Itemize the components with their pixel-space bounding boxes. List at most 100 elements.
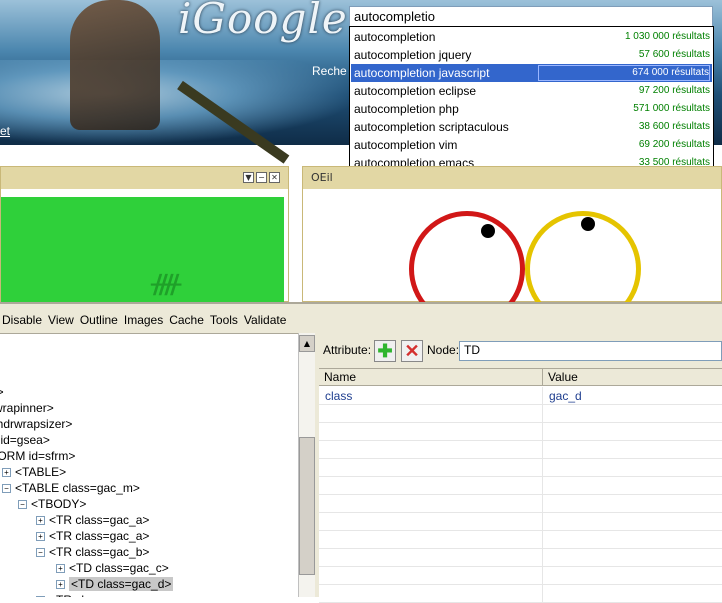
tree-node[interactable]: rwrapinner> [0, 401, 54, 417]
empty-row[interactable] [319, 495, 722, 513]
attribute-name-cell [319, 495, 543, 513]
empty-row[interactable] [319, 531, 722, 549]
attribute-value-cell [543, 495, 722, 513]
tree-node-label: <TBODY> [31, 497, 87, 511]
tree-node-label: <TABLE> [15, 465, 67, 479]
menu-disable[interactable]: Disable [0, 312, 46, 330]
suggestion-item[interactable]: autocompletion javascript 674 000 résulta… [351, 64, 712, 82]
tree-node-label: nhdrwrapsizer> [0, 417, 73, 431]
remove-attribute-icon[interactable]: ✕ [401, 340, 423, 362]
red-ring [409, 211, 525, 302]
empty-row[interactable] [319, 477, 722, 495]
collapse-icon[interactable]: − [36, 548, 45, 558]
empty-row[interactable] [319, 459, 722, 477]
frog-icon: ᚎ [151, 269, 182, 299]
tree-node-label: <TR class=gac_a> [49, 593, 149, 597]
menu-outline[interactable]: Outline [78, 312, 122, 330]
tree-node[interactable]: − <TBODY> [18, 497, 86, 513]
add-attribute-icon[interactable]: ✚ [374, 340, 396, 362]
tree-node-label: <TD class=gac_c> [69, 561, 169, 575]
menu-view[interactable]: View [46, 312, 78, 330]
empty-row[interactable] [319, 567, 722, 585]
collapse-icon[interactable]: − [2, 484, 11, 494]
tree-node[interactable]: p> [0, 385, 4, 401]
empty-row[interactable] [319, 549, 722, 567]
tree-node[interactable]: − <TABLE class=gac_m> [2, 481, 140, 497]
attribute-name-cell [319, 567, 543, 585]
tree-node[interactable]: nhdrwrapsizer> [0, 417, 72, 433]
gadget-left-content: ᚎ [1, 197, 284, 302]
expand-icon[interactable]: + [56, 564, 65, 574]
tree-node[interactable]: + <TR class=gac_a> [36, 593, 149, 597]
suggestion-query: autocompletion eclipse [354, 84, 477, 98]
expand-icon[interactable]: + [36, 516, 45, 526]
suggestion-query: autocompletion [354, 30, 436, 44]
gadget-right-title: OEil [311, 171, 333, 184]
tree-node[interactable]: FORM id=sfrm> [0, 449, 75, 465]
attribute-value-cell [543, 459, 722, 477]
banner-link[interactable]: et [0, 124, 10, 138]
tree-node[interactable]: + <TR class=gac_a> [36, 513, 149, 529]
attribute-value-cell [543, 477, 722, 495]
attribute-toolbar: Attribute: ✚ ✕ Node: TD [319, 339, 722, 363]
expand-icon[interactable]: + [56, 580, 65, 590]
column-header-name[interactable]: Name [319, 369, 543, 386]
suggestion-result-count: 57 600 résultats [638, 49, 710, 60]
attribute-table: Name Value class gac_d [319, 368, 722, 603]
tree-node-label: <TR class=gac_a> [49, 513, 150, 527]
inspector-menubar: Disable View Outline Images Cache Tools Valida… [0, 312, 290, 330]
gadget-right: OEil [302, 166, 722, 302]
tree-node[interactable]: + <TR class=gac_a> [36, 529, 149, 545]
attribute-row[interactable]: class gac_d [319, 387, 722, 405]
gadget-left-header: ▼ − ✕ [1, 167, 288, 189]
attribute-name-cell [319, 531, 543, 549]
attribute-name-cell [319, 441, 543, 459]
right-eye-pupil [581, 217, 595, 231]
attribute-panel: Attribute: ✚ ✕ Node: TD Name Value class… [319, 333, 722, 603]
tree-node[interactable]: T id=gsea> [0, 433, 50, 449]
menu-tools[interactable]: Tools [208, 312, 242, 330]
tree-node-label: p> [0, 385, 4, 399]
suggestion-item[interactable]: autocompletion jquery 57 600 résultats [351, 46, 712, 64]
suggestion-item[interactable]: autocompletion eclipse 97 200 résultats [351, 82, 712, 100]
empty-row[interactable] [319, 441, 722, 459]
dropdown-icon[interactable]: ▼ [243, 172, 254, 183]
suggestion-item[interactable]: autocompletion php 571 000 résultats [351, 100, 712, 118]
expand-icon[interactable]: + [36, 532, 45, 542]
menu-cache[interactable]: Cache [167, 312, 208, 330]
tree-node-label: rwrapinner> [0, 401, 54, 415]
node-label: Node: [427, 343, 460, 357]
suggestion-item[interactable]: autocompletion vim 69 200 résultats [351, 136, 712, 154]
suggestion-query: autocompletion scriptaculous [354, 120, 509, 134]
minimize-icon[interactable]: − [256, 172, 267, 183]
tree-node[interactable]: + <TD class=gac_d> [56, 577, 174, 593]
menu-images[interactable]: Images [122, 312, 167, 330]
tree-node-label: <TR class=gac_b> [49, 545, 150, 559]
expand-icon[interactable]: + [36, 596, 45, 597]
left-eye-pupil [481, 224, 495, 238]
scroll-up-icon[interactable]: ▲ [299, 335, 315, 352]
suggestion-result-count: 69 200 résultats [638, 139, 710, 150]
empty-row[interactable] [319, 513, 722, 531]
tree-scrollbar[interactable]: ▲ [298, 333, 315, 597]
attribute-value-cell [543, 441, 722, 459]
column-header-value[interactable]: Value [543, 369, 722, 386]
scrollbar-thumb[interactable] [299, 437, 315, 575]
tree-node[interactable]: + <TD class=gac_c> [56, 561, 169, 577]
suggestion-item[interactable]: autocompletion 1 030 000 résultats [351, 28, 712, 46]
tree-node[interactable]: − <TR class=gac_b> [36, 545, 149, 561]
empty-row[interactable] [319, 585, 722, 603]
search-input[interactable]: autocompletio [349, 6, 713, 28]
close-icon[interactable]: ✕ [269, 172, 280, 183]
menu-validate[interactable]: Validate [242, 312, 290, 330]
node-name-field[interactable]: TD [459, 341, 722, 361]
empty-row[interactable] [319, 405, 722, 423]
collapse-icon[interactable]: − [18, 500, 27, 510]
empty-row[interactable] [319, 423, 722, 441]
attribute-name-cell [319, 459, 543, 477]
expand-icon[interactable]: + [2, 468, 11, 478]
attribute-value-cell [543, 567, 722, 585]
tree-node-label: <TABLE class=gac_m> [15, 481, 140, 495]
suggestion-item[interactable]: autocompletion scriptaculous 38 600 résul… [351, 118, 712, 136]
tree-node[interactable]: + <TABLE> [2, 465, 66, 481]
